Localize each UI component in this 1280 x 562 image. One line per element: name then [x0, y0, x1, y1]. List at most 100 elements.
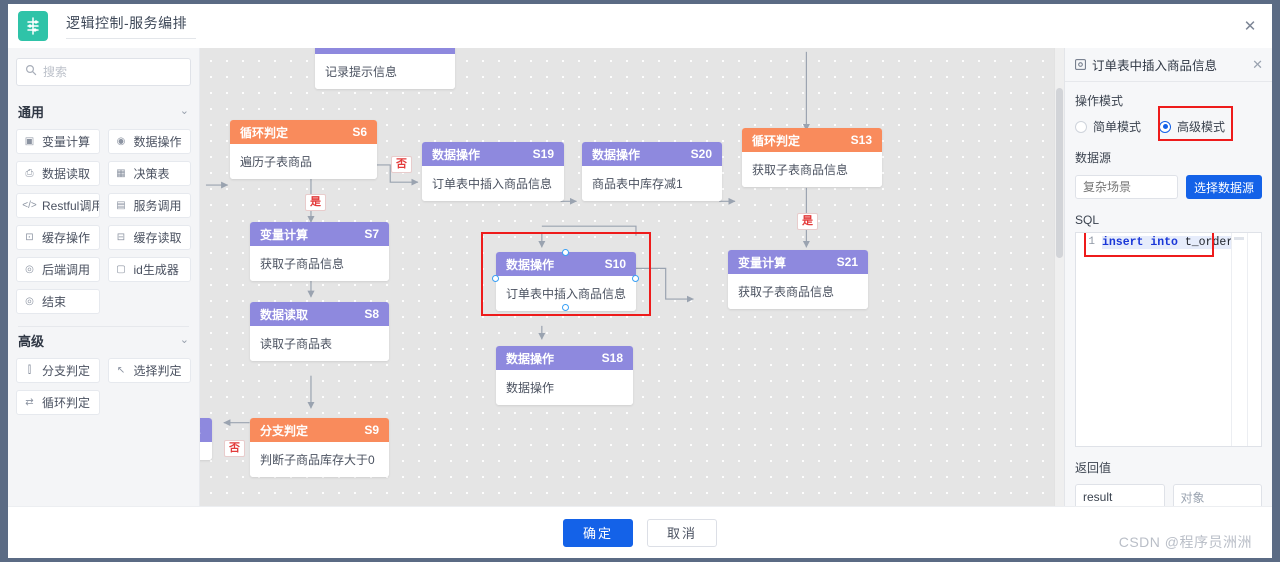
sql-keyword-into: into [1150, 236, 1178, 249]
return-value-type[interactable]: 对象 [1172, 484, 1262, 506]
palette-item-data-read[interactable]: ⎙ 数据读取 [16, 161, 100, 186]
datasource-input[interactable] [1075, 175, 1178, 199]
node-header: 数据操作 S19 [422, 142, 564, 166]
cache-write-icon: ⊡ [25, 232, 34, 243]
palette-item-label: 服务调用 [133, 199, 182, 213]
cancel-button[interactable]: 取消 [647, 518, 717, 547]
palette-item-variable-calc[interactable]: ▣ 变量计算 [16, 129, 100, 154]
flow-node-S13[interactable]: 循环判定 S13 获取子表商品信息 [742, 128, 882, 187]
palette-tiles-advanced: ⫿ 分支判定 ↖ 选择判定 ⇄ 循环判定 [16, 358, 191, 415]
palette-item-choice[interactable]: ↖ 选择判定 [107, 358, 191, 383]
sql-scrollbar-vertical[interactable] [1247, 233, 1261, 446]
node-type: 数据操作 [506, 257, 555, 272]
search-input[interactable] [43, 65, 182, 79]
palette-item-cache-write[interactable]: ⊡ 缓存操作 [16, 225, 100, 250]
palette-item-data-op[interactable]: ◉ 数据操作 [107, 129, 191, 154]
node-port-top[interactable] [562, 249, 569, 256]
palette-item-end[interactable]: ◎ 结束 [16, 289, 100, 314]
node-header: 变量计算 S7 [250, 222, 389, 246]
node-desc: 获取子表商品信息 [728, 274, 868, 309]
search-box[interactable] [16, 58, 191, 86]
node-port-left[interactable] [492, 275, 499, 282]
radio-advanced-mode[interactable]: 高级模式 [1159, 118, 1225, 135]
app-root: 逻辑控制-服务编排 ✕ 搜索 通用 ⌄ ▣ 变量计算 ◉ 数据操作 ⎙ 数据读取… [0, 0, 1280, 562]
palette-group-header-advanced[interactable]: 高级 ⌄ [16, 327, 191, 358]
database-op-icon: ◉ [116, 136, 126, 147]
flow-node-S19[interactable]: 数据操作 S19 订单表中插入商品信息 [422, 142, 564, 201]
palette-item-label: 循环判定 [42, 396, 91, 410]
close-icon[interactable]: ✕ [1242, 18, 1258, 34]
palette-item-loop[interactable]: ⇄ 循环判定 [16, 390, 100, 415]
branch-icon: ⫿ [27, 365, 32, 376]
palette-item-backend-call[interactable]: ◎ 后端调用 [16, 257, 100, 282]
palette-item-branch[interactable]: ⫿ 分支判定 [16, 358, 100, 383]
node-sid: S20 [690, 147, 712, 161]
palette-item-id-generator[interactable]: ▢ id生成器 [107, 257, 191, 282]
node-port-right[interactable] [632, 275, 639, 282]
palette-item-restful[interactable]: </> Restful调用 [16, 193, 100, 218]
node-desc: 判断子商品库存大于0 [250, 442, 389, 477]
watermark: CSDN @程序员洲洲 [1118, 534, 1252, 550]
palette-tiles-general: ▣ 变量计算 ◉ 数据操作 ⎙ 数据读取 ▦ 决策表 </> Restful调用… [16, 129, 191, 314]
flow-node-S6[interactable]: 循环判定 S6 遍历子表商品 [230, 120, 377, 179]
flow-node-S21[interactable]: 变量计算 S21 获取子表商品信息 [728, 250, 868, 309]
node-type: 循环判定 [240, 125, 289, 140]
radio-simple-mode[interactable]: 简单模式 [1075, 118, 1141, 135]
sql-editor[interactable]: 1 insert into t_order_ [1075, 232, 1262, 447]
edge-label-no-1: 否 [391, 156, 412, 174]
node-sid: S6 [352, 125, 367, 139]
return-value-name[interactable]: result [1075, 484, 1165, 506]
node-type: 数据操作 [592, 147, 641, 162]
flow-node-S8[interactable]: 数据读取 S8 读取子商品表 [250, 302, 389, 361]
close-icon[interactable]: ✕ [1252, 58, 1263, 71]
flow-node-S9[interactable]: 分支判定 S9 判断子商品库存大于0 [250, 418, 389, 477]
canvas-scrollbar-thumb[interactable] [1056, 88, 1063, 258]
service-icon: ▤ [116, 200, 126, 211]
select-datasource-button[interactable]: 选择数据源 [1185, 175, 1262, 199]
edge-label-yes-1: 是 [305, 194, 326, 212]
palette-group-header-general[interactable]: 通用 ⌄ [16, 98, 191, 129]
flow-canvas[interactable]: 记录提示信息 循环判定 S6 遍历子表商品 数据操作 S19 订单表中插入商品信… [200, 48, 1065, 506]
end-icon: ◎ [25, 296, 34, 307]
palette-item-label: Restful调用 [42, 199, 100, 213]
palette-item-label: 决策表 [133, 167, 170, 181]
node-desc: 遍历子表商品 [230, 144, 377, 179]
flow-logo-icon [18, 11, 48, 41]
palette-item-label: id生成器 [133, 263, 179, 277]
chevron-down-icon: ⌄ [179, 334, 189, 346]
palette-item-service-call[interactable]: ▤ 服务调用 [107, 193, 191, 218]
flow-node-S20[interactable]: 数据操作 S20 商品表中库存减1 [582, 142, 722, 201]
dialog-footer: 确定 取消 CSDN @程序员洲洲 [8, 506, 1272, 558]
node-sid: S21 [836, 255, 858, 269]
node-desc: 读取子商品表 [250, 326, 389, 361]
flow-node-S10[interactable]: 数据操作 S10 订单表中插入商品信息 [496, 252, 636, 311]
operation-mode-radio-group: 简单模式 高级模式 [1075, 106, 1262, 141]
palette-item-decision-table[interactable]: ▦ 决策表 [107, 161, 191, 186]
flow-node-partial-top[interactable]: 记录提示信息 [315, 48, 455, 89]
property-panel-content: 操作模式 简单模式 高级模式 数据源 复杂场景 选择数据源 SQL 1 inse… [1065, 82, 1272, 506]
palette-item-label: 结束 [42, 295, 67, 309]
confirm-button[interactable]: 确定 [563, 518, 633, 547]
search-icon [25, 63, 37, 81]
palette-item-cache-read[interactable]: ⊟ 缓存读取 [107, 225, 191, 250]
node-header: 分支判定 S9 [250, 418, 389, 442]
loop-icon: ⇄ [25, 397, 34, 408]
flow-node-S18[interactable]: 数据操作 S18 数据操作 [496, 346, 633, 405]
flow-node-partial-left[interactable]: 2 [200, 418, 212, 460]
sql-code-line[interactable]: insert into t_order_ [1098, 233, 1261, 446]
title-group: 逻辑控制-服务编排 [66, 9, 196, 43]
node-type: 变量计算 [738, 255, 787, 270]
datasource-row: 选择数据源 [1075, 175, 1262, 199]
node-port-bottom[interactable] [562, 304, 569, 311]
canvas-scrollbar-vertical[interactable] [1054, 48, 1064, 506]
return-value-row: result 对象 [1075, 484, 1262, 506]
table-icon: ▦ [116, 168, 126, 179]
radio-label: 简单模式 [1093, 120, 1142, 134]
palette-item-label: 数据操作 [133, 135, 182, 149]
node-type: 数据读取 [260, 307, 309, 322]
node-header: 变量计算 S21 [728, 250, 868, 274]
title-bar: 逻辑控制-服务编排 ✕ [8, 4, 1272, 48]
node-type: 分支判定 [260, 423, 309, 438]
property-panel-header: 订单表中插入商品信息 ✕ [1065, 48, 1272, 82]
flow-node-S7[interactable]: 变量计算 S7 获取子商品信息 [250, 222, 389, 281]
